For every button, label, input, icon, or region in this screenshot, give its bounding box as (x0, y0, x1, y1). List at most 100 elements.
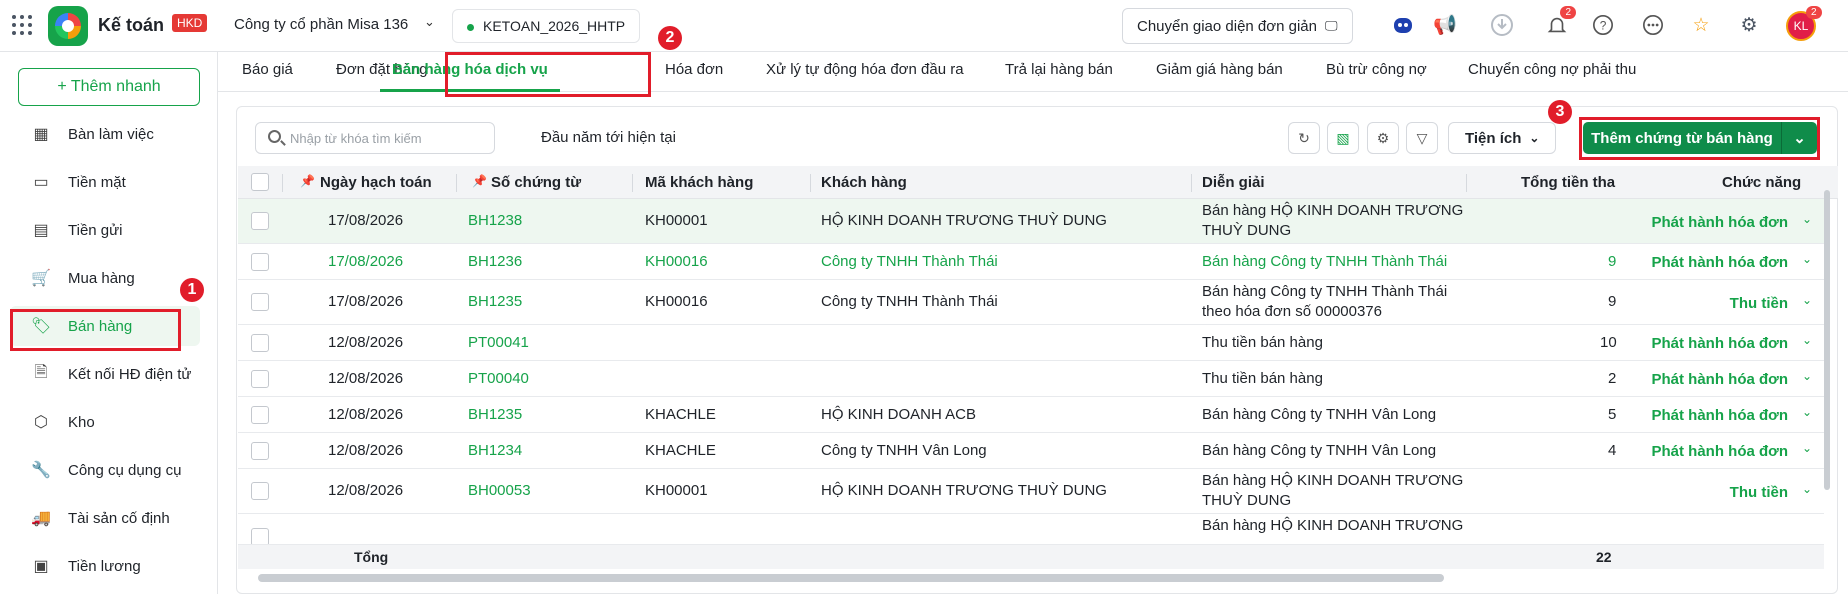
settings-icon[interactable]: ⚙ (1367, 122, 1399, 154)
refresh-icon[interactable]: ↻ (1288, 122, 1320, 154)
chevron-down-icon[interactable]: ⌄ (1802, 405, 1812, 419)
sidebar-item-purchase[interactable]: 🛒 Mua hàng (10, 258, 200, 298)
horizontal-scrollbar[interactable] (258, 574, 1444, 582)
issue-invoice-action[interactable]: Phát hành hóa đơn (1652, 335, 1789, 352)
col-total[interactable]: Tổng tiền tha (1521, 174, 1655, 191)
issue-invoice-action[interactable]: Phát hành hóa đơn (1652, 371, 1789, 388)
bell-icon[interactable]: 2 (1544, 6, 1576, 38)
chevron-down-icon[interactable]: ⌄ (424, 14, 435, 30)
assistant-bot-icon[interactable] (1390, 12, 1416, 38)
add-quick-button[interactable]: + Thêm nhanh (18, 68, 200, 106)
tab-debt-offset[interactable]: Bù trừ công nợ (1326, 52, 1427, 92)
col-customer[interactable]: Khách hàng (821, 174, 907, 191)
chevron-down-icon[interactable]: ⌄ (1802, 293, 1812, 307)
tab-auto-invoice[interactable]: Xử lý tự động hóa đơn đầu ra (766, 52, 964, 92)
issue-invoice-action[interactable]: Phát hành hóa đơn (1652, 407, 1789, 424)
chevron-down-icon[interactable]: ⌄ (1802, 441, 1812, 455)
voucher-link[interactable]: BH1234 (468, 442, 522, 459)
sidebar-item-label: Mua hàng (68, 269, 135, 287)
select-all-checkbox[interactable] (251, 173, 269, 191)
row-checkbox[interactable] (251, 370, 269, 388)
sidebar-item-salary[interactable]: ▣ Tiền lương (10, 546, 200, 586)
voucher-link[interactable]: PT00040 (468, 370, 529, 387)
chevron-down-icon[interactable]: ⌄ (1802, 482, 1812, 496)
truck-icon: 🚚 (31, 510, 51, 527)
row-checkbox[interactable] (251, 212, 269, 230)
voucher-link[interactable]: BH1235 (468, 293, 522, 310)
cell-description: Bán hàng Công ty TNHH Vân Long (1202, 442, 1437, 459)
table-row[interactable]: 17/08/2026 BH1238 KH00001 HỘ KINH DOANH … (238, 199, 1824, 244)
issue-invoice-action[interactable]: Phát hành hóa đơn (1652, 254, 1789, 271)
app-grid-icon[interactable] (12, 15, 32, 35)
table-row[interactable]: 12/08/2026 BH1234 KHACHLE Công ty TNHH V… (238, 433, 1824, 469)
table-header: 📌 Ngày hạch toán 📌 Số chứng từ Mã khách … (238, 166, 1838, 199)
row-checkbox[interactable] (251, 334, 269, 352)
row-checkbox[interactable] (251, 442, 269, 460)
company-selector[interactable]: Công ty cổ phần Misa 136 (234, 16, 408, 33)
sidebar-item-fixed-assets[interactable]: 🚚 Tài sản cố định (10, 498, 200, 538)
footer-total: 22 (1596, 549, 1612, 565)
chevron-down-icon[interactable]: ⌄ (1802, 333, 1812, 347)
voucher-link[interactable]: BH1236 (468, 253, 522, 270)
cell-total: 5 (1608, 406, 1617, 423)
vertical-scrollbar[interactable] (1824, 190, 1830, 490)
table-row[interactable]: 17/08/2026 BH1235 KH00016 Công ty TNHH T… (238, 280, 1824, 325)
sidebar-item-warehouse[interactable]: ⬡ Kho (10, 402, 200, 442)
col-voucher[interactable]: Số chứng từ (491, 174, 581, 191)
cell-customer-code: KH00001 (645, 482, 708, 499)
row-checkbox[interactable] (251, 293, 269, 311)
col-customer-code[interactable]: Mã khách hàng (645, 174, 753, 191)
table-row[interactable]: 17/08/2026 BH1236 KH00016 Công ty TNHH T… (238, 244, 1824, 280)
table-row[interactable]: Bán hàng HỘ KINH DOANH TRƯƠNG (238, 514, 1824, 545)
row-checkbox[interactable] (251, 406, 269, 424)
issue-invoice-action[interactable]: Phát hành hóa đơn (1652, 214, 1789, 231)
sidebar-item-cash[interactable]: ▭ Tiền mặt (10, 162, 200, 202)
chevron-down-icon[interactable]: ⌄ (1802, 252, 1812, 266)
database-selector[interactable]: KETOAN_2026_HHTP (452, 9, 641, 43)
chevron-down-icon[interactable]: ⌄ (1802, 212, 1812, 226)
issue-invoice-action[interactable]: Phát hành hóa đơn (1652, 443, 1789, 460)
voucher-link[interactable]: BH1235 (468, 406, 522, 423)
help-icon[interactable]: ? (1590, 12, 1616, 38)
table-row[interactable]: 12/08/2026 BH00053 KH00001 HỘ KINH DOANH… (238, 469, 1824, 514)
col-date[interactable]: Ngày hạch toán (320, 174, 432, 191)
collect-money-action[interactable]: Thu tiền (1730, 484, 1788, 501)
table-row[interactable]: 12/08/2026 BH1235 KHACHLE HỘ KINH DOANH … (238, 397, 1824, 433)
tab-invoice[interactable]: Hóa đơn (665, 52, 723, 92)
tab-quote[interactable]: Báo giá (242, 52, 293, 92)
cell-description: Bán hàng Công ty TNHH Thành Thái (1202, 253, 1448, 270)
tab-sales-return[interactable]: Trả lại hàng bán (1005, 52, 1113, 92)
utilities-dropdown[interactable]: Tiện ích ⌄ (1448, 122, 1557, 154)
sidebar-item-einvoice[interactable]: 🗎 Kết nối HĐ điện tử (10, 354, 200, 394)
row-checkbox[interactable] (251, 482, 269, 500)
download-icon[interactable] (1489, 12, 1515, 38)
table-row[interactable]: 12/08/2026 PT00040 Thu tiền bán hàng 2 P… (238, 361, 1824, 397)
chevron-down-icon[interactable]: ⌄ (1802, 369, 1812, 383)
sidebar-item-deposit[interactable]: ▤ Tiền gửi (10, 210, 200, 250)
sidebar-item-tools[interactable]: 🔧 Công cụ dụng cụ (10, 450, 200, 490)
more-icon[interactable] (1640, 12, 1666, 38)
voucher-link[interactable]: BH00053 (468, 482, 531, 499)
sidebar-item-desk[interactable]: ▦ Bàn làm việc (10, 114, 200, 154)
row-checkbox[interactable] (251, 253, 269, 271)
collect-money-action[interactable]: Thu tiền (1730, 295, 1788, 312)
gear-icon[interactable]: ⚙ (1736, 12, 1762, 38)
cell-customer-code: KH00016 (645, 293, 708, 310)
voucher-link[interactable]: PT00041 (468, 334, 529, 351)
cell-total: 2 (1608, 370, 1617, 387)
tab-debt-transfer[interactable]: Chuyển công nợ phải thu (1468, 52, 1636, 92)
table-row[interactable]: 12/08/2026 PT00041 Thu tiền bán hàng 10 … (238, 325, 1824, 361)
gift-icon[interactable]: ☆ (1688, 12, 1714, 38)
search-input[interactable]: Nhập từ khóa tìm kiếm (255, 122, 495, 154)
simple-ui-button[interactable]: Chuyển giao diện đơn giản 🖵 (1122, 8, 1353, 44)
period-filter[interactable]: Đầu năm tới hiện tại (541, 129, 676, 146)
col-description[interactable]: Diễn giải (1202, 174, 1265, 191)
excel-icon[interactable]: ▧ (1327, 122, 1359, 154)
tab-sales-discount[interactable]: Giảm giá hàng bán (1156, 52, 1283, 92)
row-checkbox[interactable] (251, 528, 269, 544)
pin-icon[interactable]: 📌 (300, 174, 315, 188)
voucher-link[interactable]: BH1238 (468, 212, 522, 229)
pin-icon[interactable]: 📌 (472, 174, 487, 188)
megaphone-icon[interactable]: 📢 (1432, 12, 1458, 38)
filter-icon[interactable]: ▽ (1406, 122, 1438, 154)
